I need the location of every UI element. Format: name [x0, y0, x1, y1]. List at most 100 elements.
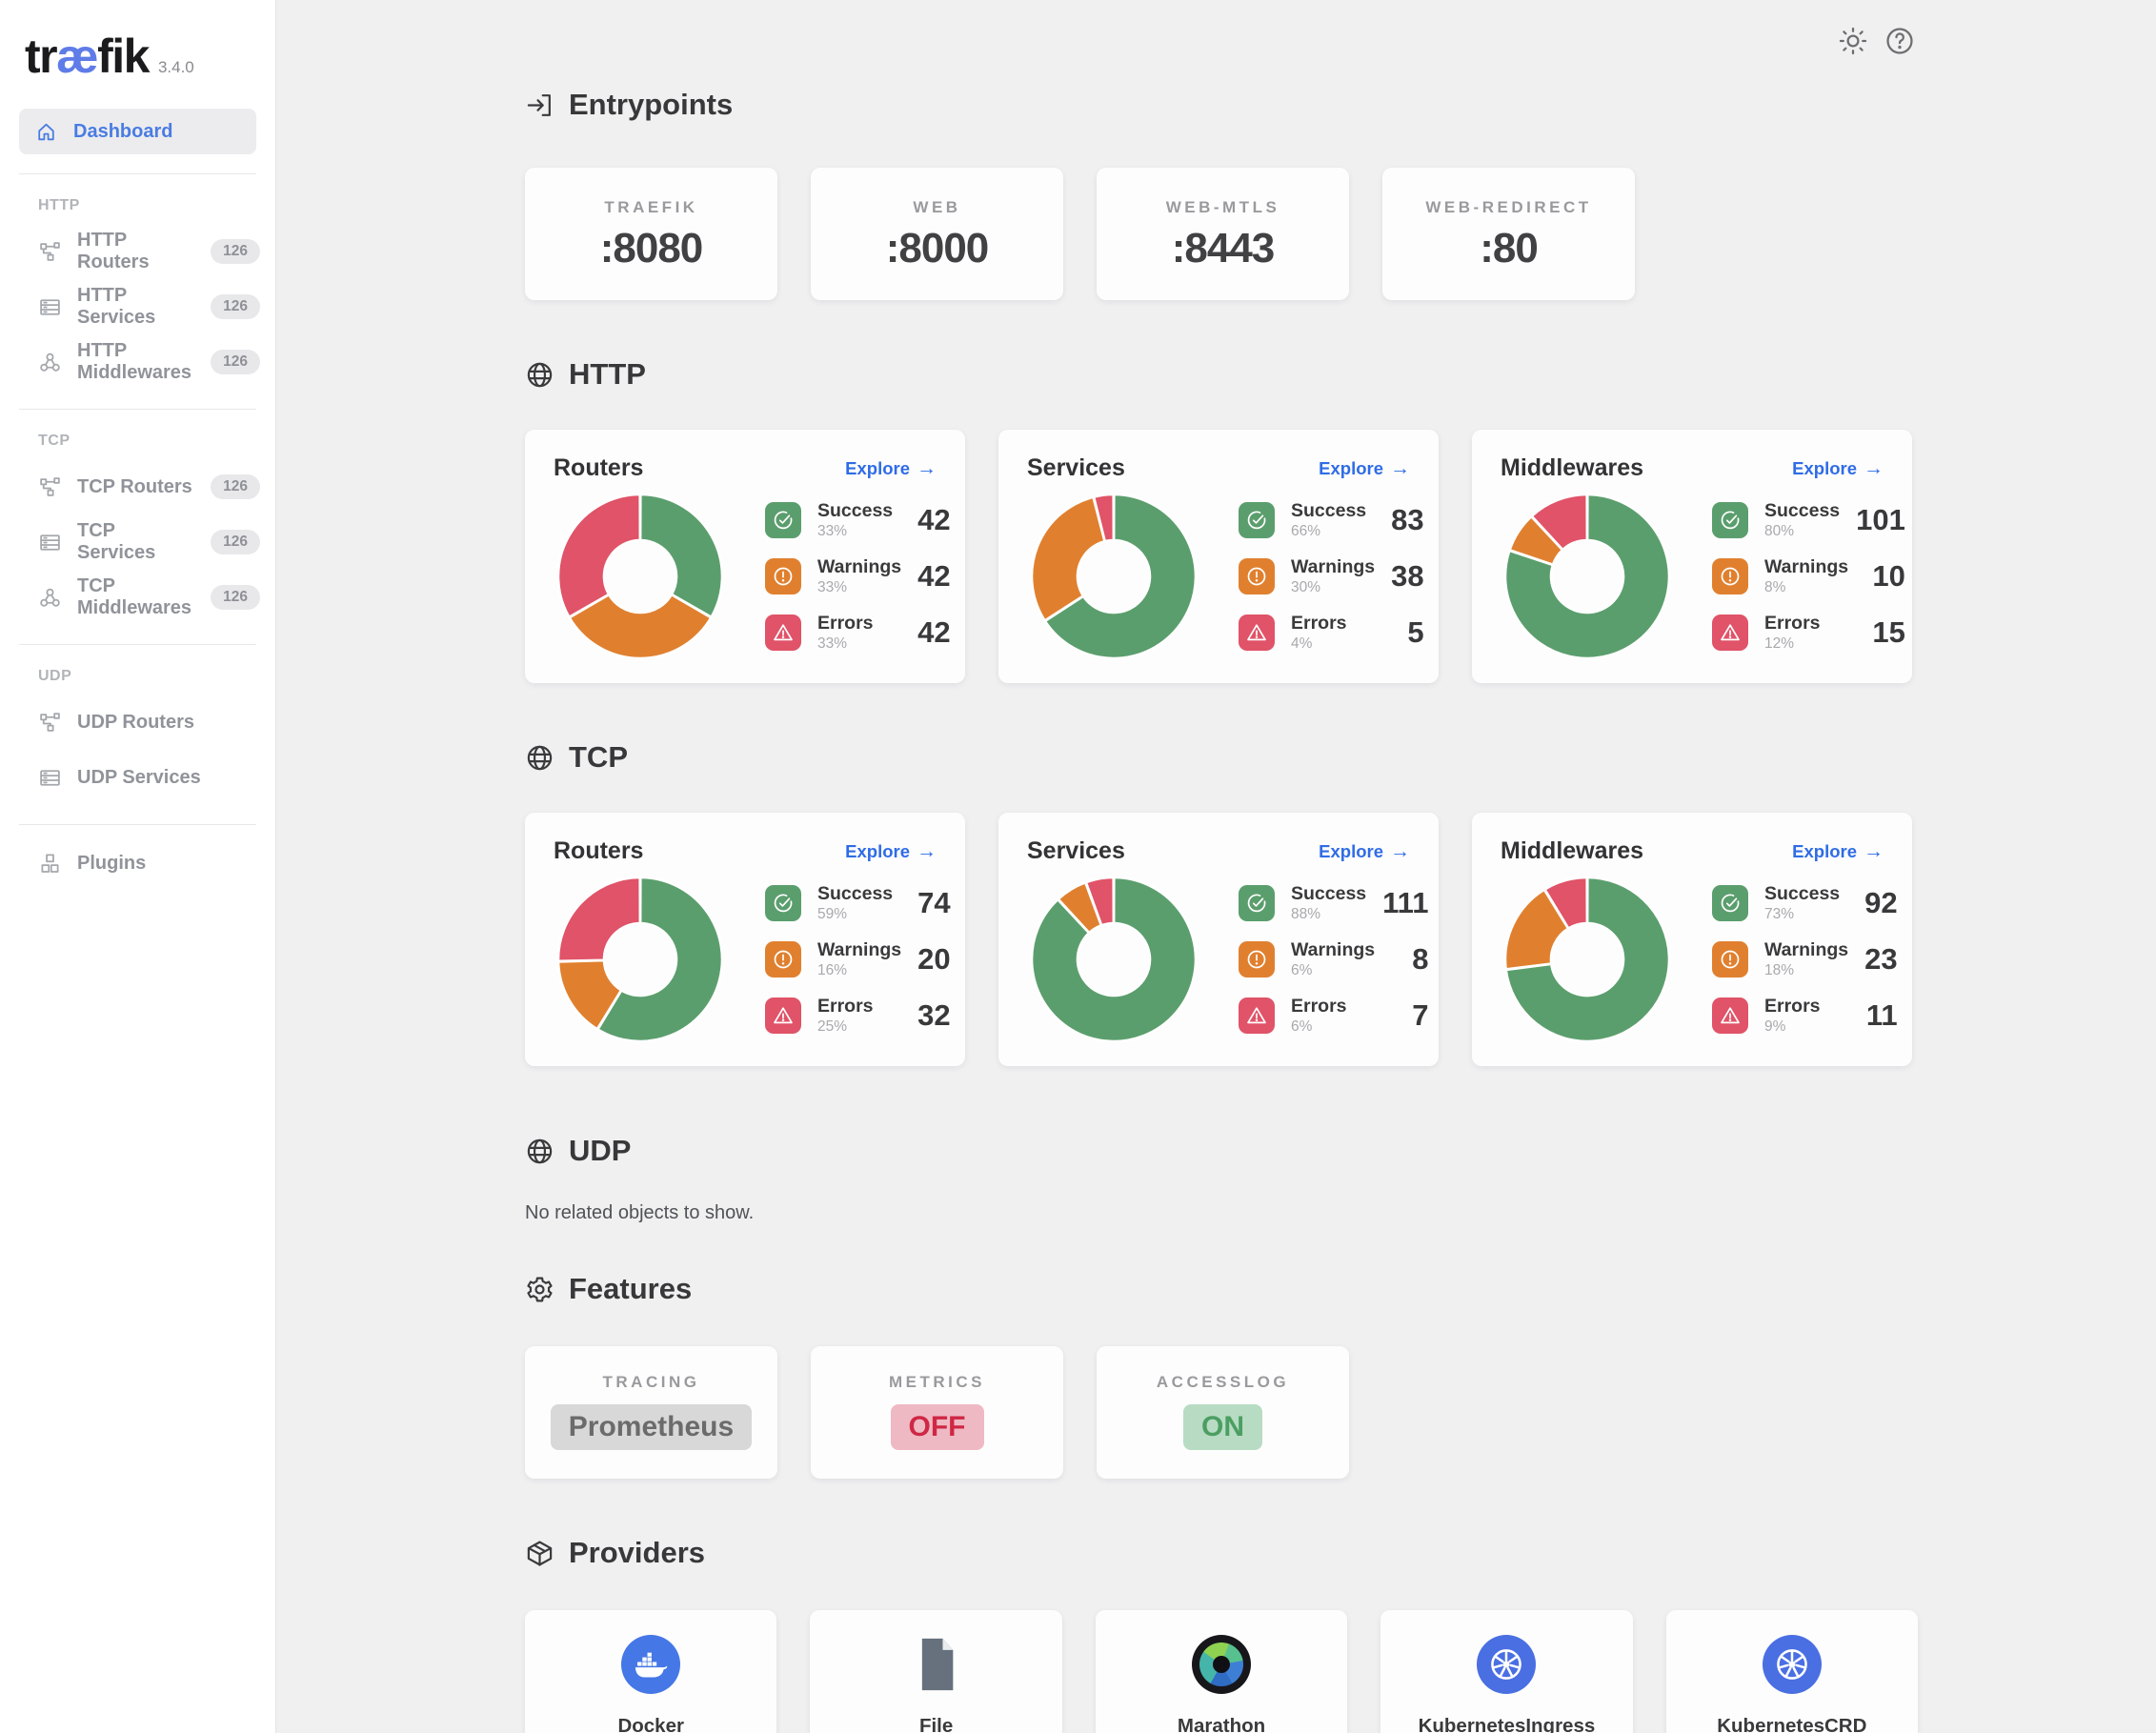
stat-value: 111	[1382, 886, 1428, 920]
routers-icon	[38, 711, 62, 735]
sidebar-item-tcp-routers[interactable]: TCP Routers126	[0, 459, 275, 514]
explore-link[interactable]: Explore→	[845, 458, 937, 479]
section-http: HTTP Routers Explore→ Success 33% 42 Warnings3…	[525, 357, 1918, 683]
sidebar-item-udp-services[interactable]: UDP Services	[0, 750, 275, 805]
provider-card-kubernetesingress: KubernetesIngress	[1380, 1610, 1632, 1733]
logo-text: fik	[97, 30, 149, 83]
section-udp: UDP No related objects to show.	[525, 1134, 1918, 1224]
arrow-right-icon: →	[917, 841, 937, 861]
provider-name: KubernetesCRD	[1666, 1715, 1918, 1733]
stat-value: 7	[1412, 998, 1428, 1033]
globe-icon	[525, 360, 554, 390]
sidebar-item-dashboard[interactable]: Dashboard	[19, 109, 256, 154]
logo-ae: æ	[56, 30, 97, 83]
check-circle-icon	[1712, 502, 1748, 538]
sidebar-item-tcp-services[interactable]: TCP Services126	[0, 514, 275, 570]
stat-label: Warnings	[1764, 939, 1848, 961]
tcp-middlewares-card: MiddlewaresExplore→Success73%92Warnings1…	[1472, 813, 1912, 1066]
gear-icon	[525, 1275, 554, 1304]
entrypoint-name: WEB-REDIRECT	[1382, 198, 1635, 217]
feature-status-badge: Prometheus	[551, 1404, 752, 1450]
explore-label: Explore	[1319, 458, 1383, 479]
section-tcp: TCPRoutersExplore→Success59%74Warnings16…	[525, 740, 1918, 1066]
entrypoint-name: WEB	[811, 198, 1063, 217]
check-circle-icon	[1712, 885, 1748, 921]
stat-percent: 16%	[817, 962, 901, 979]
stat-percent: 59%	[817, 906, 893, 923]
stat-label: Success	[1291, 500, 1366, 522]
divider	[19, 824, 256, 825]
entrypoint-card-web-redirect: WEB-REDIRECT:80	[1382, 168, 1635, 300]
entrypoint-port: :8080	[525, 225, 777, 272]
sidebar-item-label: Dashboard	[73, 121, 172, 143]
sidebar-item-plugins[interactable]: Plugins	[0, 838, 275, 888]
stat-value: 74	[917, 886, 950, 920]
explore-label: Explore	[845, 841, 910, 862]
stat-label: Errors	[1291, 613, 1347, 635]
explore-link[interactable]: Explore→	[1319, 458, 1410, 479]
count-badge: 126	[211, 350, 260, 374]
explore-link[interactable]: Explore→	[1319, 841, 1410, 862]
sidebar-item-http-routers[interactable]: HTTP Routers126	[0, 224, 275, 279]
provider-card-kubernetescrd: KubernetesCRD	[1666, 1610, 1918, 1733]
stat-value: 20	[917, 942, 950, 977]
count-badge: 126	[211, 474, 260, 499]
stat-success: Success80%101	[1712, 500, 1905, 540]
version-label: 3.4.0	[158, 58, 194, 77]
explore-link[interactable]: Explore→	[1792, 841, 1884, 862]
alert-triangle-icon	[1712, 615, 1748, 651]
sidebar-sections: HTTPHTTP Routers126HTTP Services126HTTP …	[0, 197, 275, 805]
check-circle-icon	[765, 502, 801, 538]
stat-percent: 73%	[1764, 906, 1840, 923]
stat-percent: 80%	[1764, 523, 1840, 540]
provider-name: KubernetesIngress	[1380, 1715, 1632, 1733]
stat-value: 42	[917, 615, 950, 650]
sidebar-item-udp-routers[interactable]: UDP Routers	[0, 695, 275, 750]
stat-warnings: Warnings33%42	[765, 556, 951, 596]
explore-link[interactable]: Explore →	[845, 841, 937, 862]
stat-value: 42	[917, 503, 950, 537]
entrypoint-name: WEB-MTLS	[1097, 198, 1349, 217]
log-in-icon	[525, 91, 554, 120]
stat-percent: 33%	[817, 579, 901, 596]
alert-triangle-icon	[765, 615, 801, 651]
arrow-right-icon: →	[1864, 841, 1884, 861]
explore-link[interactable]: Explore→	[1792, 458, 1884, 479]
stat-warnings: Warnings16%20	[765, 939, 951, 979]
stat-label: Errors	[1764, 613, 1821, 635]
kubernetes-icon	[1763, 1635, 1822, 1694]
marathon-icon	[1192, 1635, 1251, 1694]
stat-value: 23	[1864, 942, 1897, 977]
main-content: Entrypoints TRAEFIK:8080WEB:8000WEB-MTLS…	[276, 0, 2156, 1733]
stat-warnings: Warnings8%10	[1712, 556, 1905, 596]
sidebar-item-label: HTTP Services	[77, 285, 195, 329]
sidebar-item-http-services[interactable]: HTTP Services126	[0, 279, 275, 334]
stat-label: Success	[1764, 500, 1840, 522]
stat-value: 5	[1407, 615, 1423, 650]
divider	[19, 644, 256, 645]
http-services-card: ServicesExplore→Success66%83Warnings30%3…	[998, 430, 1439, 683]
stat-label: Errors	[1764, 996, 1821, 1018]
check-circle-icon	[1239, 502, 1275, 538]
donut-chart	[1502, 875, 1672, 1044]
divider	[19, 173, 256, 174]
stat-percent: 33%	[817, 635, 874, 653]
sidebar-item-label: HTTP Middlewares	[77, 340, 195, 384]
feature-name: METRICS	[811, 1373, 1063, 1392]
card-title: Routers	[554, 837, 643, 865]
sidebar-item-http-middlewares[interactable]: HTTP Middlewares 126	[0, 334, 275, 390]
services-icon	[38, 531, 62, 554]
feature-name: TRACING	[525, 1373, 777, 1392]
routers-icon	[38, 240, 62, 264]
stat-value: 8	[1412, 942, 1428, 977]
sidebar-item-tcp-middlewares[interactable]: TCP Middlewares126	[0, 570, 275, 625]
plugins-icon	[38, 852, 62, 876]
card-title: Routers	[554, 454, 643, 482]
logo-text: tr	[25, 30, 56, 83]
stat-percent: 30%	[1291, 579, 1375, 596]
routers-icon	[38, 475, 62, 499]
stat-value: 83	[1391, 503, 1423, 537]
sidebar-section-tcp: TCPTCP Routers126TCP Services126TCP Midd…	[0, 433, 275, 645]
section-title: HTTP	[569, 357, 646, 392]
stat-warnings: Warnings6%8	[1239, 939, 1428, 979]
